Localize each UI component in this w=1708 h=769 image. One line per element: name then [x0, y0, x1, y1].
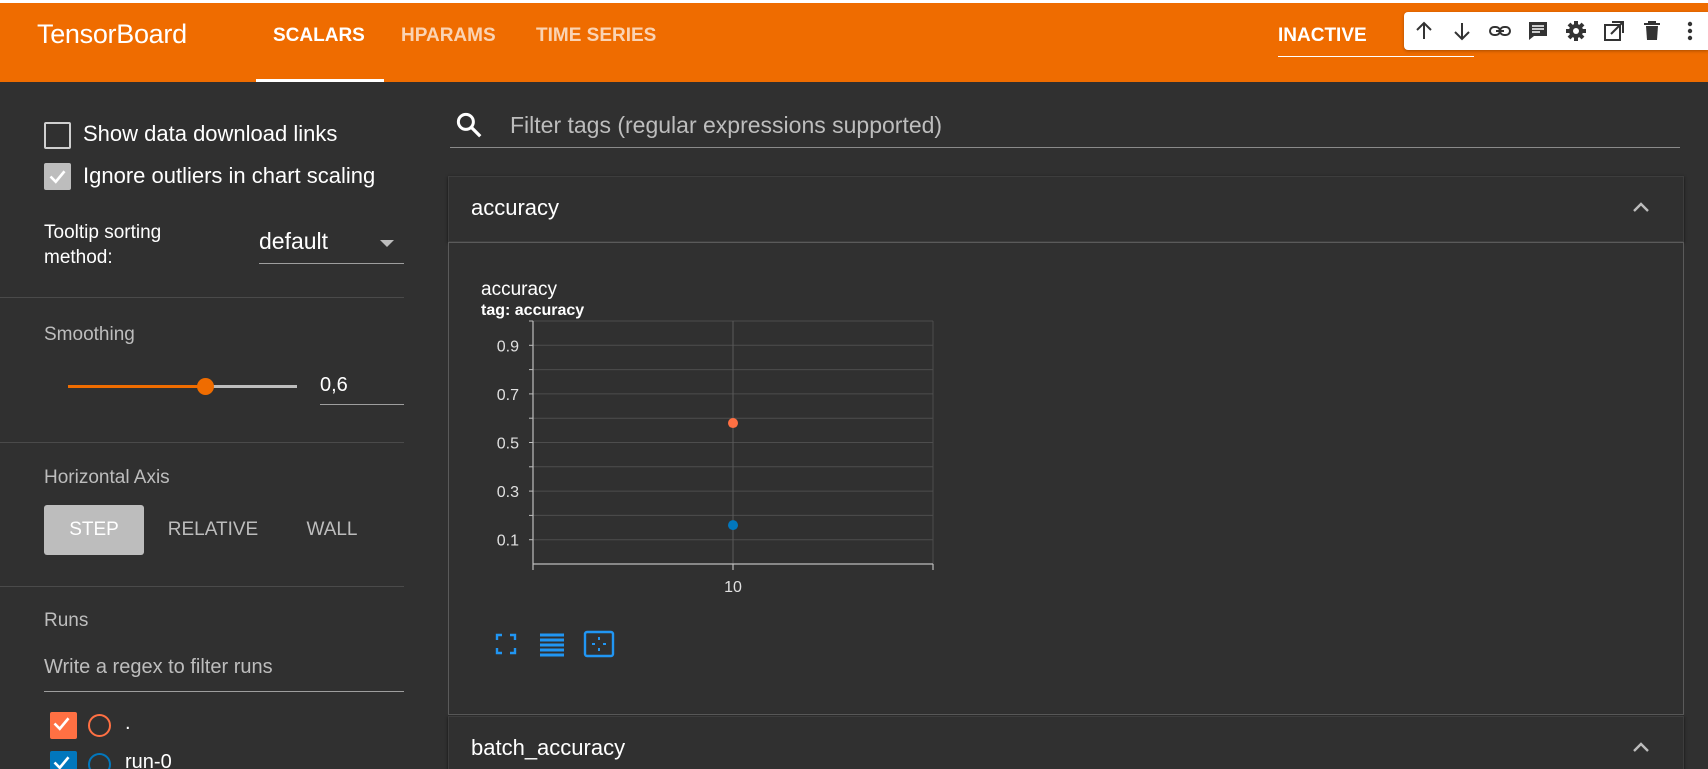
run-item-dot[interactable]: . [50, 712, 390, 740]
tab-time-series[interactable]: TIME SERIES [536, 25, 656, 47]
sidebar: Show data download links Ignore outliers… [0, 82, 426, 769]
search-icon [456, 112, 482, 138]
chart-card: accuracy tag: accuracy 0.1 0.3 0.5 0.7 0.9 10 [448, 242, 1684, 715]
show-download-links-label: Show data download links [83, 121, 338, 146]
floating-toolbar [1404, 12, 1708, 50]
main-content: Filter tags (regular expressions support… [426, 82, 1708, 769]
smoothing-slider-fill [68, 385, 206, 388]
divider [0, 297, 404, 298]
run-color-icon[interactable] [88, 753, 111, 769]
runs-label: Runs [44, 610, 89, 631]
run-checkbox[interactable] [50, 712, 77, 739]
y-tick-label: 0.7 [497, 387, 519, 404]
run-color-icon[interactable] [88, 714, 111, 737]
x-tick-label: 10 [724, 579, 742, 596]
tooltip-sorting-value: default [259, 228, 329, 254]
section-title: accuracy [471, 195, 560, 220]
horizontal-axis-label: Horizontal Axis [44, 467, 170, 488]
run-checkbox[interactable] [50, 751, 77, 769]
data-point [728, 418, 738, 429]
axis-relative-button[interactable]: RELATIVE [158, 505, 268, 555]
trash-icon[interactable] [1640, 19, 1664, 43]
arrow-down-icon[interactable] [1450, 19, 1474, 43]
section-header-batch-accuracy[interactable]: batch_accuracy [448, 716, 1684, 769]
link-icon[interactable] [1488, 19, 1512, 43]
expand-chart-icon[interactable] [583, 629, 615, 659]
chevron-up-icon[interactable] [1631, 740, 1651, 754]
ignore-outliers-label: Ignore outliers in chart scaling [83, 163, 376, 188]
top-app-bar: TensorBoard SCALARS HPARAMS TIME SERIES … [0, 0, 1708, 82]
checkmark-icon [53, 756, 70, 769]
smoothing-slider-thumb[interactable] [197, 378, 215, 395]
chevron-up-icon[interactable] [1631, 200, 1651, 214]
show-download-links-checkbox[interactable] [44, 122, 71, 149]
fit-to-view-icon[interactable] [491, 629, 521, 659]
tooltip-sorting-select[interactable]: default [259, 222, 404, 264]
smoothing-input[interactable]: 0,6 [320, 368, 404, 405]
y-tick-label: 0.3 [497, 484, 519, 501]
smoothing-label: Smoothing [44, 324, 135, 345]
data-point [728, 520, 738, 531]
checkmark-icon [53, 717, 70, 731]
chart-title: accuracy [481, 279, 558, 300]
section-title: batch_accuracy [471, 735, 626, 760]
tag-filter-input[interactable]: Filter tags (regular expressions support… [450, 102, 1680, 148]
open-external-icon[interactable] [1602, 19, 1626, 43]
y-tick-label: 0.9 [497, 338, 519, 355]
tab-hparams[interactable]: HPARAMS [401, 25, 496, 47]
smoothing-slider[interactable] [68, 378, 297, 395]
accuracy-chart[interactable]: 0.1 0.3 0.5 0.7 0.9 10 [477, 313, 947, 613]
tooltip-sorting-label: Tooltip sorting method: [44, 222, 162, 268]
comment-icon[interactable] [1526, 19, 1550, 43]
run-name: run-0 [125, 751, 172, 769]
dropdown-arrow-icon [380, 240, 394, 247]
run-name: . [125, 712, 131, 734]
section-header-accuracy[interactable]: accuracy [448, 176, 1684, 242]
y-tick-label: 0.5 [497, 436, 519, 453]
inactive-label: INACTIVE [1278, 25, 1367, 46]
arrow-up-icon[interactable] [1412, 19, 1436, 43]
runs-filter-input[interactable]: Write a regex to filter runs [44, 650, 404, 692]
run-item-run-0[interactable]: run-0 [50, 751, 390, 769]
y-tick-label: 0.1 [497, 533, 519, 550]
gear-icon[interactable] [1564, 19, 1588, 43]
more-vertical-icon[interactable] [1678, 19, 1702, 43]
ignore-outliers-checkbox[interactable] [44, 163, 71, 190]
axis-step-button[interactable]: STEP [44, 505, 144, 555]
divider [0, 586, 404, 587]
tag-filter-placeholder: Filter tags (regular expressions support… [510, 112, 943, 138]
axis-wall-button[interactable]: WALL [290, 505, 374, 555]
tab-scalars[interactable]: SCALARS [273, 25, 365, 47]
divider [0, 442, 404, 443]
toggle-log-scale-icon[interactable] [537, 629, 567, 659]
app-brand: TensorBoard [37, 19, 187, 49]
checkmark-icon [49, 170, 66, 184]
